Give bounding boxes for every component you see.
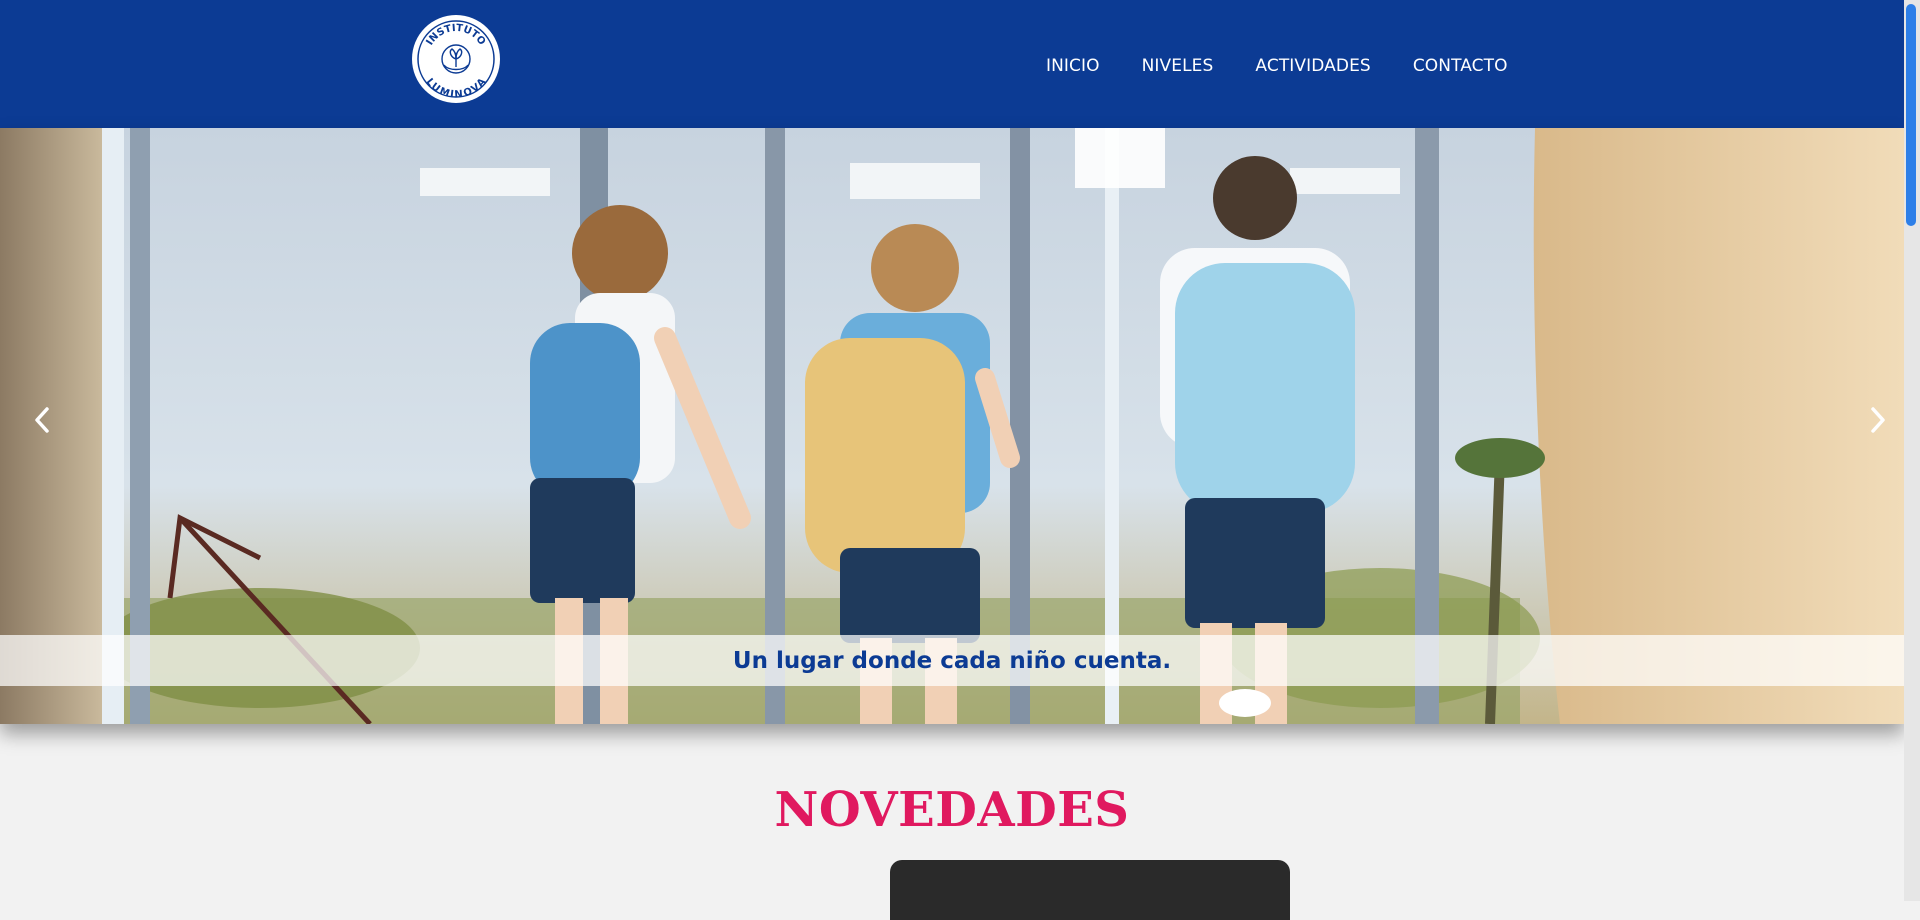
page: INSTITUTO LUMINOVA INICIO NIVELES ACTIVI… bbox=[0, 0, 1904, 920]
carousel-next-button[interactable] bbox=[1858, 390, 1898, 450]
site-header: INSTITUTO LUMINOVA INICIO NIVELES ACTIVI… bbox=[0, 0, 1904, 128]
site-logo[interactable]: INSTITUTO LUMINOVA bbox=[412, 15, 500, 103]
section-title-novedades: NOVEDADES bbox=[774, 782, 1130, 838]
carousel-prev-button[interactable] bbox=[22, 390, 62, 450]
news-card[interactable] bbox=[890, 860, 1290, 920]
nav-contacto[interactable]: CONTACTO bbox=[1413, 56, 1508, 76]
hero-caption: Un lugar donde cada niño cuenta. bbox=[732, 647, 1172, 674]
chevron-right-icon bbox=[1871, 407, 1885, 433]
nav-actividades[interactable]: ACTIVIDADES bbox=[1255, 56, 1370, 76]
scrollbar-thumb[interactable] bbox=[1906, 4, 1916, 226]
chevron-left-icon bbox=[35, 407, 49, 433]
nav-niveles[interactable]: NIVELES bbox=[1142, 56, 1214, 76]
main-nav: INICIO NIVELES ACTIVIDADES CONTACTO bbox=[1046, 56, 1508, 76]
page-scrollbar[interactable] bbox=[1904, 0, 1920, 901]
hero-carousel: Un lugar donde cada niño cuenta. bbox=[0, 128, 1904, 724]
hero-caption-band: Un lugar donde cada niño cuenta. bbox=[0, 635, 1904, 686]
nav-inicio[interactable]: INICIO bbox=[1046, 56, 1100, 76]
logo-emblem: INSTITUTO LUMINOVA bbox=[414, 17, 498, 101]
